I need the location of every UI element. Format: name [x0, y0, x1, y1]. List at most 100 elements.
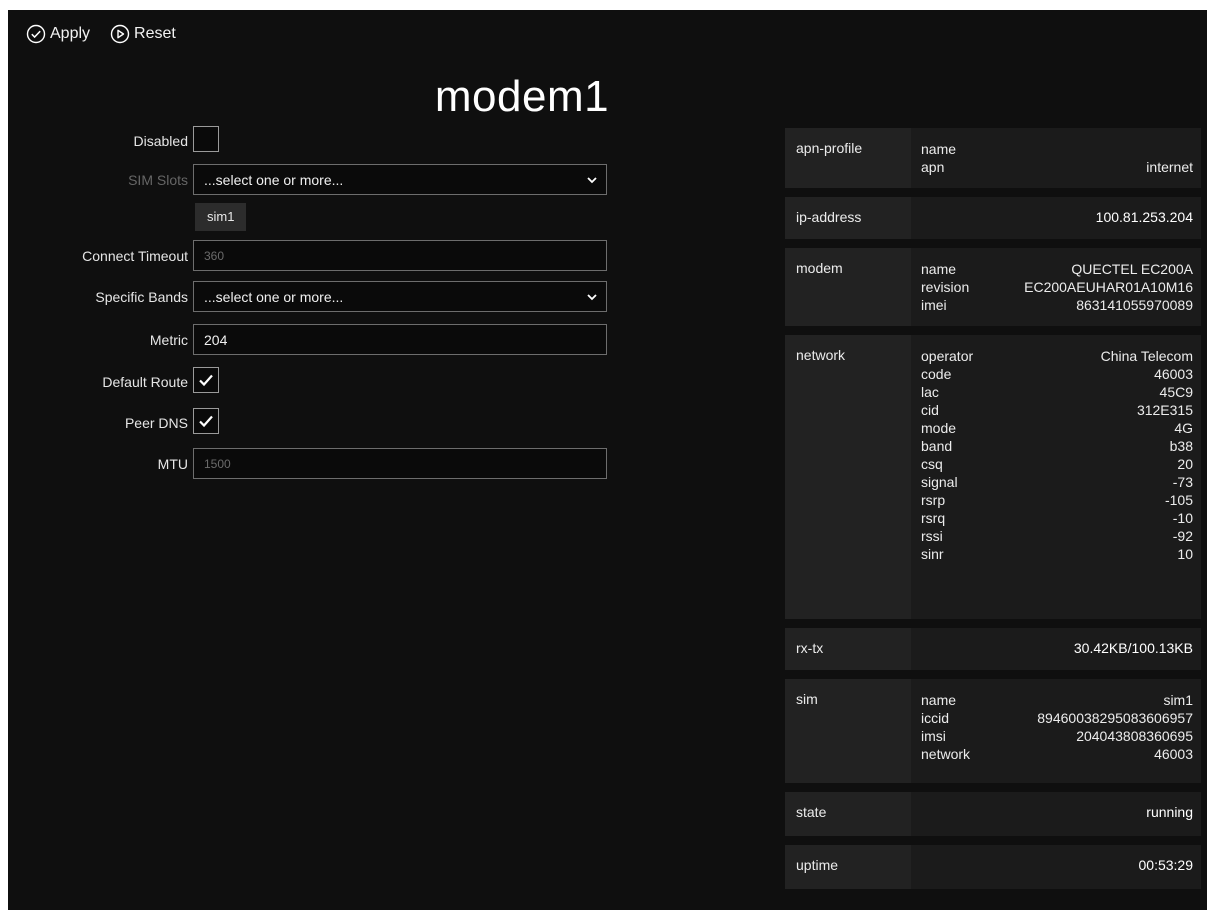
- kv-key: mode: [921, 420, 957, 436]
- kv-key: code: [921, 366, 952, 382]
- status-value: 00:53:29: [911, 845, 1201, 889]
- modem-config-window: Apply Reset modem1 Disabled SIM Slots ..…: [8, 10, 1207, 910]
- disabled-label: Disabled: [133, 133, 188, 149]
- toolbar: Apply Reset: [26, 24, 176, 44]
- status-key: sim: [785, 679, 911, 783]
- disabled-checkbox[interactable]: [193, 126, 219, 152]
- status-row-sim: sim name sim1 iccid 89460038295083606957 i…: [785, 679, 1201, 783]
- kv-value: 4G: [1174, 420, 1193, 436]
- kv-key: csq: [921, 456, 943, 472]
- default-route-label: Default Route: [102, 374, 188, 390]
- metric-label: Metric: [149, 331, 188, 348]
- specific-bands-placeholder: ...select one or more...: [204, 288, 344, 305]
- specific-bands-label: Specific Bands: [95, 288, 188, 305]
- sim-slots-select[interactable]: ...select one or more...: [193, 164, 607, 195]
- kv-value: 863141055970089: [1076, 297, 1193, 313]
- kv-key: name: [921, 141, 957, 157]
- kv-value: -10: [1172, 510, 1193, 526]
- checkmark-icon: [199, 415, 213, 428]
- kv-value: 46003: [1154, 366, 1193, 382]
- kv-key: operator: [921, 348, 974, 364]
- status-value: name QUECTEL EC200A revision EC200AEUHAR01…: [911, 248, 1201, 326]
- kv-key: lac: [921, 384, 939, 400]
- metric-input[interactable]: 204: [193, 324, 607, 355]
- kv-value: 204043808360695: [1076, 728, 1193, 744]
- status-value: name sim1 iccid 89460038295083606957 imsi 2…: [911, 679, 1201, 783]
- kv-key: imei: [921, 297, 947, 313]
- kv-value: -92: [1172, 528, 1193, 544]
- status-row-uptime: uptime 00:53:29: [785, 845, 1201, 889]
- sim-slot-chip[interactable]: sim1: [195, 203, 247, 231]
- status-key: apn-profile: [785, 128, 911, 188]
- kv-value: China Telecom: [1100, 348, 1193, 364]
- status-row-apn-profile: apn-profile name apn internet: [785, 128, 1201, 188]
- peer-dns-checkbox[interactable]: [193, 408, 219, 434]
- status-value: running: [911, 792, 1201, 836]
- status-panel: apn-profile name apn internet ip-address …: [785, 128, 1201, 898]
- status-row-rx-tx: rx-tx 30.42KB/100.13KB: [785, 628, 1201, 670]
- status-value: 30.42KB/100.13KB: [911, 628, 1201, 670]
- kv-key: rsrp: [921, 492, 946, 508]
- kv-value: 45C9: [1159, 384, 1193, 400]
- kv-value: 46003: [1154, 746, 1193, 762]
- kv-value: 312E315: [1136, 402, 1193, 418]
- kv-key: apn: [921, 159, 945, 175]
- kv-key: rssi: [921, 528, 943, 544]
- mtu-label: MTU: [157, 455, 188, 472]
- status-key: modem: [785, 248, 911, 326]
- sim-slots-row: SIM Slots ...select one or more...: [8, 164, 618, 195]
- status-value: name apn internet: [911, 128, 1201, 188]
- status-key: ip-address: [785, 197, 911, 239]
- status-row-ip-address: ip-address 100.81.253.204: [785, 197, 1201, 239]
- mtu-input[interactable]: 1500: [193, 448, 607, 479]
- reset-button[interactable]: Reset: [110, 24, 176, 44]
- sim-slots-placeholder: ...select one or more...: [204, 171, 344, 188]
- kv-value: -73: [1172, 474, 1193, 490]
- connect-timeout-row: Connect Timeout 360: [8, 240, 618, 271]
- kv-key: name: [921, 261, 957, 277]
- kv-value: 89460038295083606957: [1037, 710, 1193, 726]
- kv-key: signal: [921, 474, 958, 490]
- kv-value: QUECTEL EC200A: [1071, 261, 1193, 277]
- mtu-row: MTU 1500: [8, 448, 618, 479]
- play-circle-icon: [110, 24, 130, 44]
- peer-dns-row: Peer DNS: [8, 406, 618, 440]
- apply-label: Apply: [50, 25, 91, 42]
- reset-label: Reset: [134, 25, 176, 42]
- specific-bands-select[interactable]: ...select one or more...: [193, 281, 607, 312]
- specific-bands-row: Specific Bands ...select one or more...: [8, 281, 618, 312]
- connect-timeout-input[interactable]: 360: [193, 240, 607, 271]
- kv-key: network: [921, 746, 971, 762]
- kv-key: revision: [921, 279, 970, 295]
- status-value: 100.81.253.204: [911, 197, 1201, 239]
- kv-value: -105: [1164, 492, 1193, 508]
- kv-key: name: [921, 692, 957, 708]
- status-row-network: network operator China Telecom code 46003 …: [785, 335, 1201, 619]
- default-route-row: Default Route: [8, 365, 618, 399]
- chevron-down-icon: [587, 176, 597, 183]
- apply-button[interactable]: Apply: [26, 24, 90, 44]
- status-row-state: state running: [785, 792, 1201, 836]
- kv-value: EC200AEUHAR01A10M16: [1024, 279, 1193, 295]
- status-row-modem: modem name QUECTEL EC200A revision EC200AE…: [785, 248, 1201, 326]
- connect-timeout-label: Connect Timeout: [82, 247, 188, 264]
- kv-key: sinr: [921, 546, 944, 562]
- check-circle-icon: [26, 24, 46, 44]
- page-title: modem1: [434, 72, 610, 121]
- disabled-row: Disabled: [8, 124, 618, 158]
- kv-value: 10: [1177, 546, 1193, 562]
- kv-value: internet: [1146, 159, 1193, 175]
- kv-key: cid: [921, 402, 939, 418]
- default-route-checkbox[interactable]: [193, 367, 219, 393]
- kv-key: band: [921, 438, 953, 454]
- kv-key: imsi: [921, 728, 946, 744]
- status-key: rx-tx: [785, 628, 911, 670]
- kv-key: iccid: [921, 710, 950, 726]
- metric-row: Metric 204: [8, 324, 618, 355]
- chevron-down-icon: [587, 293, 597, 300]
- status-key: network: [785, 335, 911, 619]
- sim-slots-label: SIM Slots: [128, 171, 188, 188]
- kv-key: rsrq: [921, 510, 946, 526]
- checkmark-icon: [199, 374, 213, 387]
- kv-value: b38: [1169, 438, 1193, 454]
